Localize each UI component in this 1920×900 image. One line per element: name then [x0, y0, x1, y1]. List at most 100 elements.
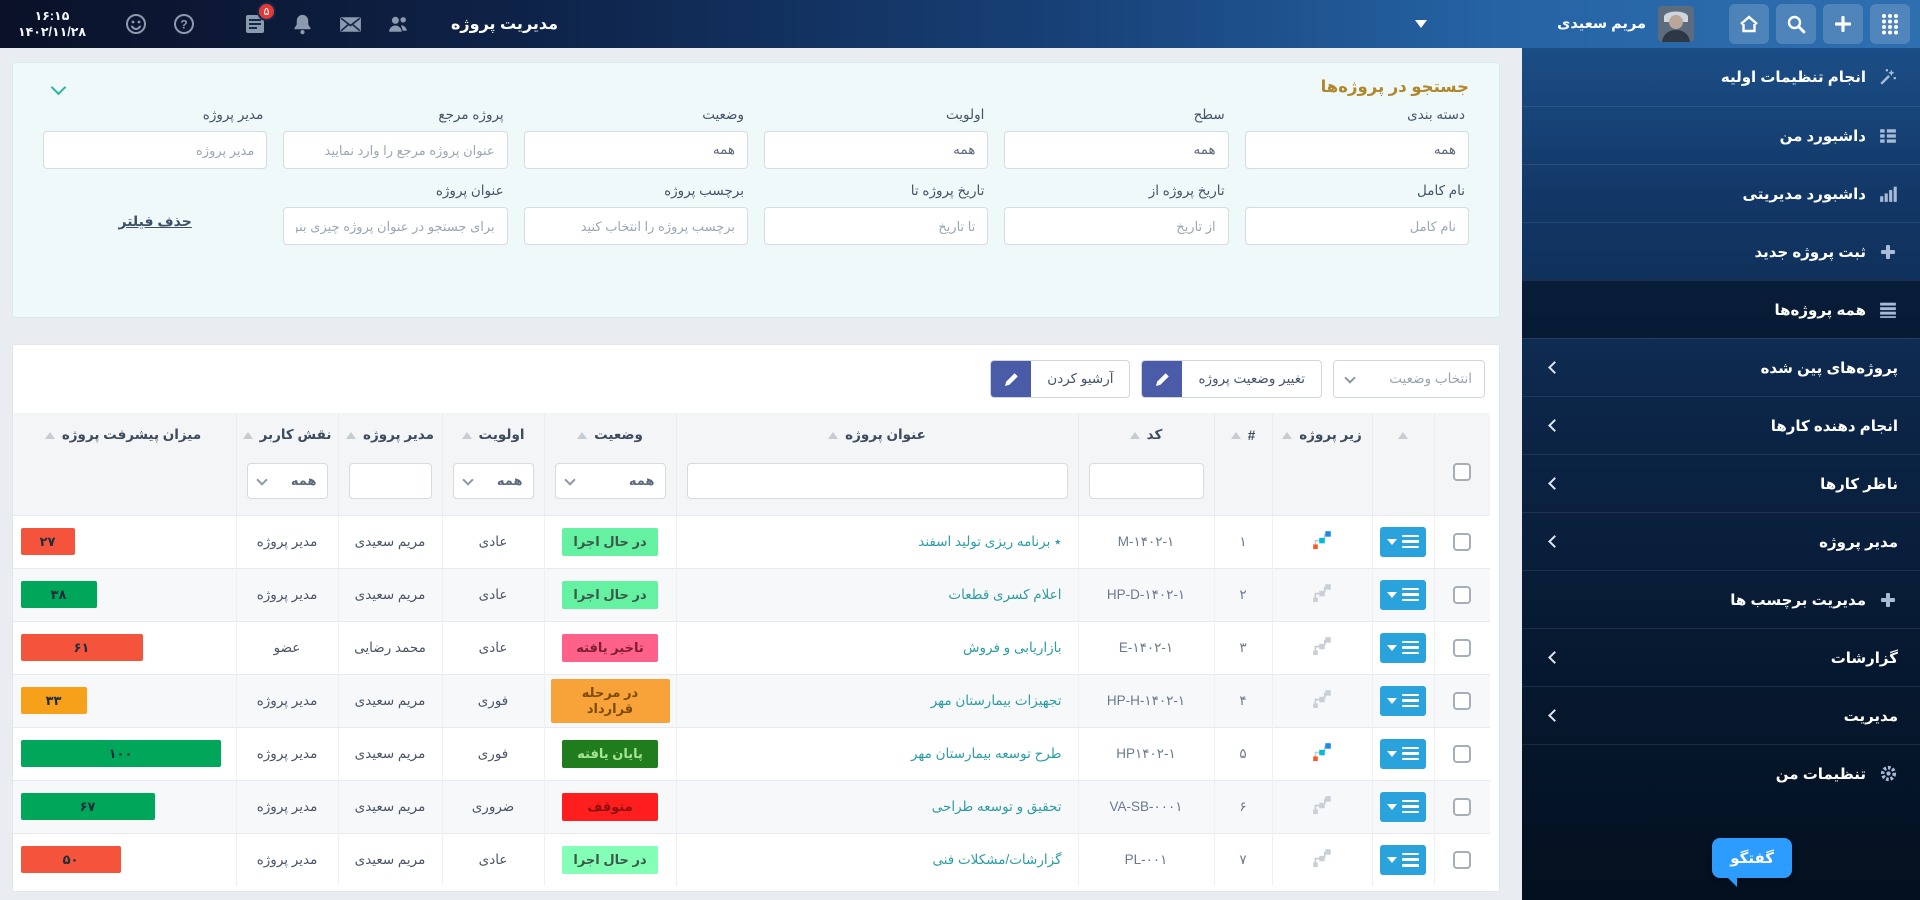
project-title-link[interactable]: اعلام کسری قطعات — [948, 587, 1061, 602]
project-title-link[interactable]: تجهیزات بیمارستان مهر — [931, 693, 1062, 708]
col-header-sub[interactable]: زیر پروژه — [1271, 413, 1372, 457]
filter-select-سطح[interactable]: همه — [1004, 131, 1229, 169]
chevron-down-icon[interactable] — [1415, 20, 1428, 28]
row-actions-button[interactable] — [1380, 632, 1426, 663]
apps-grid-button[interactable] — [1870, 4, 1910, 44]
col-header-status[interactable]: وضعیت — [543, 413, 676, 457]
row-actions-button[interactable] — [1380, 685, 1426, 716]
sidebar-item-7[interactable]: ناظر کارها — [1522, 454, 1920, 512]
collapse-chevron-icon[interactable] — [50, 79, 67, 95]
filter-select-دسته بندی[interactable]: همه — [1244, 131, 1469, 169]
col-header-actions[interactable] — [1371, 413, 1434, 457]
col-filter-checkbox[interactable] — [1433, 457, 1490, 515]
sidebar-item-9[interactable]: مدیریت برچسب ها — [1522, 570, 1920, 628]
project-title-link[interactable]: بازاریابی و فروش — [963, 640, 1061, 655]
bell-icon[interactable] — [290, 11, 316, 37]
archive-button[interactable]: آرشیو کردن — [990, 360, 1131, 398]
col-filter-status[interactable]: همه — [543, 457, 676, 515]
mail-icon[interactable] — [338, 11, 364, 37]
filter-input-برچسب پروژه[interactable] — [523, 207, 749, 245]
col-filter-title[interactable] — [675, 457, 1078, 515]
row-actions-button[interactable] — [1380, 579, 1426, 610]
row-checkbox[interactable] — [1453, 532, 1472, 551]
column-filter-input[interactable] — [686, 463, 1068, 499]
filter-input-مدیر پروژه[interactable] — [43, 131, 268, 169]
sidebar-item-10[interactable]: گزارشات — [1522, 628, 1920, 686]
app-title: مدیریت پروژه — [450, 16, 559, 33]
sub-project-icon[interactable] — [1311, 584, 1333, 607]
filter-select-اولویت[interactable]: همه — [764, 131, 989, 169]
col-header-code[interactable]: کد — [1077, 413, 1214, 457]
row-actions-button[interactable] — [1380, 526, 1426, 557]
sidebar-item-1[interactable]: داشبورد من — [1522, 106, 1920, 164]
filter-input-پروژه مرجع[interactable] — [283, 131, 508, 169]
column-filter-input[interactable] — [348, 463, 432, 499]
pencil-icon — [1142, 361, 1183, 397]
sidebar-item-2[interactable]: داشبورد مدیریتی — [1522, 164, 1920, 222]
filter-input-عنوان پروژه[interactable] — [283, 207, 508, 245]
avatar[interactable] — [1658, 6, 1694, 42]
row-checkbox[interactable] — [1453, 850, 1472, 869]
column-filter-select[interactable]: همه — [246, 463, 328, 499]
home-button[interactable] — [1729, 4, 1769, 44]
col-header-role[interactable]: نقش کاربر — [235, 413, 338, 457]
sub-project-icon[interactable] — [1311, 637, 1333, 660]
col-filter-code[interactable] — [1077, 457, 1214, 515]
sidebar-item-6[interactable]: انجام دهنده کارها — [1522, 396, 1920, 454]
sidebar-item-5[interactable]: پروژه‌های پین شده — [1522, 338, 1920, 396]
user-name[interactable]: مریم سعیدی — [1557, 16, 1646, 32]
sidebar-item-11[interactable]: مدیریت — [1522, 686, 1920, 744]
row-checkbox[interactable] — [1453, 638, 1472, 657]
row2-label-3: برچسب پروژه — [664, 183, 745, 198]
smiley-icon[interactable] — [123, 11, 149, 37]
sub-project-icon[interactable] — [1311, 849, 1333, 872]
row-actions-button[interactable] — [1380, 738, 1426, 769]
filter-input-نام کامل[interactable] — [1244, 207, 1469, 245]
col-filter-priority[interactable]: همه — [441, 457, 544, 515]
users-icon[interactable] — [386, 11, 412, 37]
col-header-title[interactable]: عنوان پروژه — [675, 413, 1078, 457]
sub-project-icon[interactable] — [1311, 531, 1333, 554]
add-button[interactable] — [1823, 4, 1863, 44]
project-title-link[interactable]: تحقیق و توسعه طراحی — [932, 799, 1062, 814]
col-header-manager[interactable]: مدیر پروژه — [337, 413, 442, 457]
column-filter-input[interactable] — [1088, 463, 1204, 499]
filter-input-تاریخ پروژه از[interactable] — [1004, 207, 1229, 245]
row-actions-button[interactable] — [1380, 844, 1426, 875]
project-title-link[interactable]: ٭ برنامه ریزی تولید اسفند — [918, 534, 1061, 549]
chat-button[interactable]: گفتگو — [1712, 838, 1792, 887]
sidebar-item-4[interactable]: همه پروژه‌ها — [1522, 280, 1920, 338]
sub-project-icon[interactable] — [1311, 690, 1333, 713]
filter-select-وضعیت[interactable]: همه — [523, 131, 749, 169]
col-header-progress[interactable]: میزان پیشرفت پروژه — [13, 413, 236, 457]
sub-project-icon[interactable] — [1311, 743, 1333, 766]
row-checkbox[interactable] — [1453, 585, 1472, 604]
col-header-num[interactable]: # — [1213, 413, 1272, 457]
col-filter-role[interactable]: همه — [235, 457, 338, 515]
clear-filter-link[interactable]: حذف فیلتر — [119, 213, 192, 230]
row-checkbox[interactable] — [1453, 744, 1472, 763]
col-filter-manager[interactable] — [337, 457, 442, 515]
row-actions-button[interactable] — [1380, 791, 1426, 822]
project-title-link[interactable]: طرح توسعه بیمارستان مهر — [911, 746, 1062, 761]
select-status-dropdown[interactable]: انتخاب وضعیت — [1333, 360, 1485, 398]
search-button[interactable] — [1776, 4, 1816, 44]
column-filter-select[interactable]: همه — [452, 463, 534, 499]
sidebar-item-label: همه پروژه‌ها — [1774, 301, 1866, 319]
sidebar-item-12[interactable]: تنظیمات من — [1522, 744, 1920, 802]
change-status-button[interactable]: تغییر وضعیت پروژه — [1141, 360, 1322, 398]
col-header-priority[interactable]: اولویت — [441, 413, 544, 457]
row-checkbox[interactable] — [1453, 691, 1472, 710]
select-all-checkbox[interactable] — [1453, 463, 1472, 481]
sub-project-icon[interactable] — [1311, 796, 1333, 819]
news-icon[interactable]: ۵ — [242, 2, 276, 37]
table-toolbar: انتخاب وضعیت تغییر وضعیت پروژه آرشیو کرد… — [13, 345, 1499, 413]
sidebar-item-0[interactable]: انجام تنظیمات اولیه — [1522, 48, 1920, 106]
filter-input-تاریخ پروژه تا[interactable] — [764, 207, 989, 245]
project-title-link[interactable]: گزارشات/مشکلات فنی — [932, 852, 1061, 867]
help-icon[interactable]: ? — [171, 11, 197, 37]
sidebar-item-3[interactable]: ثبت پروژه جدید — [1522, 222, 1920, 280]
sidebar-item-8[interactable]: مدیر پروژه — [1522, 512, 1920, 570]
row-checkbox[interactable] — [1453, 797, 1472, 816]
column-filter-select[interactable]: همه — [554, 463, 666, 499]
